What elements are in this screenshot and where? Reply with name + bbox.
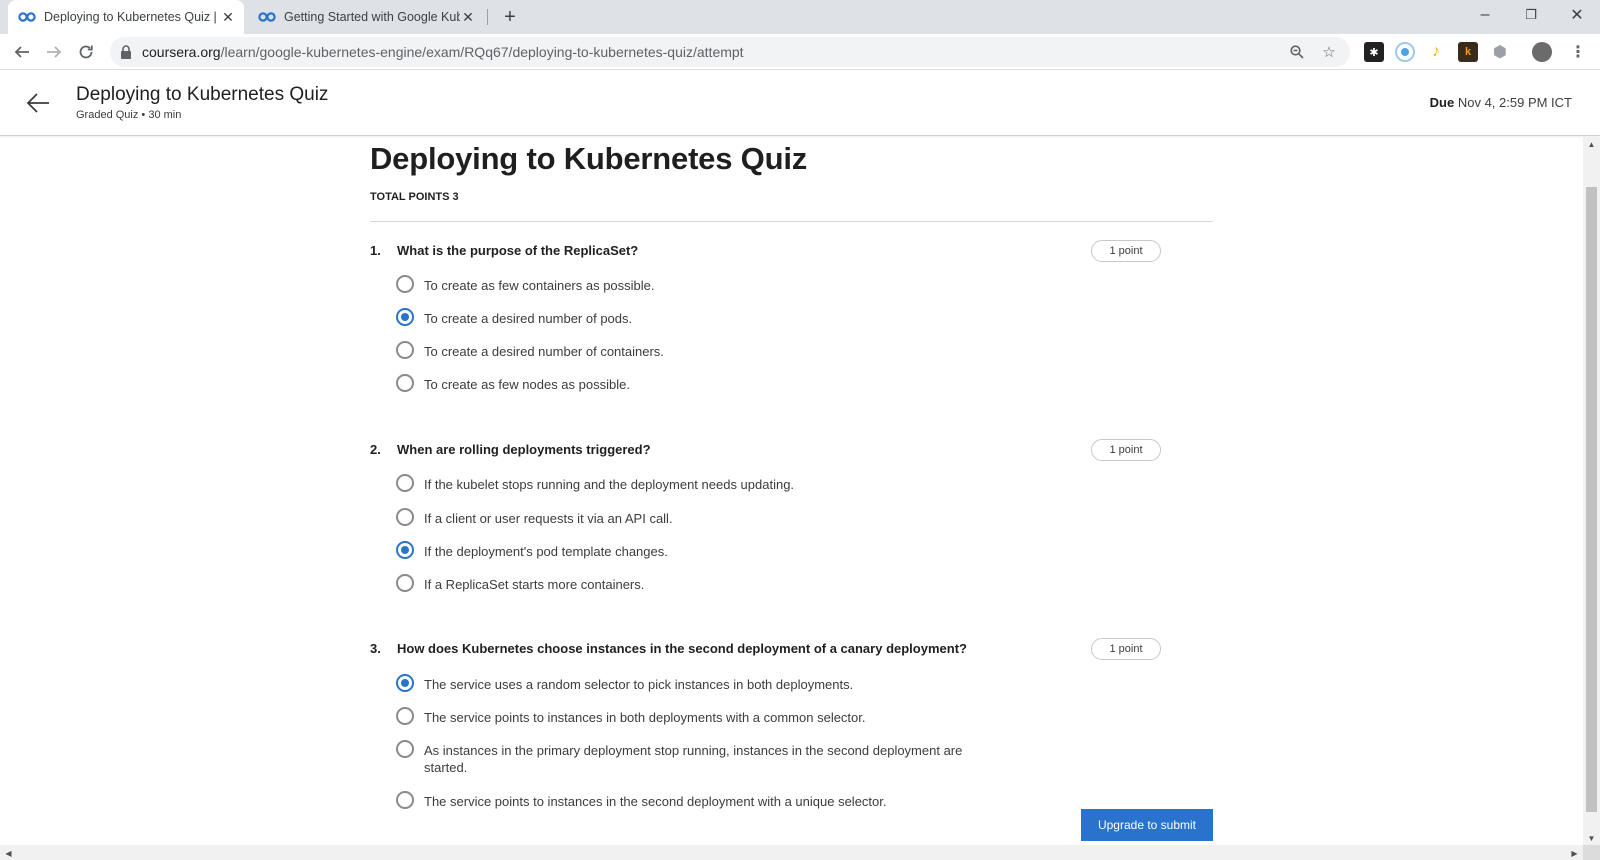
answer-option[interactable]: To create as few containers as possible. (396, 275, 996, 294)
bookmark-star-icon[interactable]: ☆ (1318, 41, 1340, 63)
radio-button[interactable] (396, 474, 414, 492)
vertical-scrollbar[interactable]: ▲ ▼ (1583, 137, 1600, 845)
points-badge: 1 point (1091, 638, 1161, 660)
answer-option[interactable]: If the deployment's pod template changes… (396, 541, 996, 560)
restore-button[interactable]: ❐ (1508, 0, 1554, 30)
question-number: 1. (370, 243, 381, 258)
question-text: How does Kubernetes choose instances in … (397, 641, 967, 656)
quiz-content: Deploying to Kubernetes Quiz TOTAL POINT… (370, 137, 1213, 845)
forward-icon[interactable] (40, 38, 68, 66)
tab-getting-started[interactable]: Getting Started with Google Kub ✕ (248, 0, 484, 34)
radio-button[interactable] (396, 374, 414, 392)
question-text: What is the purpose of the ReplicaSet? (397, 243, 639, 258)
radio-button[interactable] (396, 791, 414, 809)
divider (370, 221, 1213, 222)
answer-option[interactable]: The service uses a random selector to pi… (396, 674, 996, 693)
window-close-button[interactable]: ✕ (1554, 0, 1600, 30)
answer-option[interactable]: If a ReplicaSet starts more containers. (396, 574, 996, 593)
new-tab-button[interactable]: + (498, 5, 522, 29)
answer-option[interactable]: To create a desired number of containers… (396, 341, 996, 360)
answer-option[interactable]: The service points to instances in the s… (396, 791, 996, 810)
quiz-title: Deploying to Kubernetes Quiz (370, 141, 808, 176)
scroll-left-icon[interactable]: ◀ (0, 846, 17, 860)
url-text: coursera.org/learn/google-kubernetes-eng… (142, 44, 744, 60)
answer-option[interactable]: If a client or user requests it via an A… (396, 508, 996, 527)
quiz-header: Deploying to Kubernetes Quiz Graded Quiz… (0, 71, 1600, 136)
header-title: Deploying to Kubernetes Quiz (76, 84, 329, 105)
ext-yellow-key-icon[interactable]: ♪ (1426, 42, 1446, 62)
scrollbar-thumb[interactable] (1586, 187, 1597, 812)
question-text: When are rolling deployments triggered? (397, 442, 651, 457)
reload-icon[interactable] (72, 38, 100, 66)
scrollbar-corner (1583, 845, 1600, 860)
answer-option[interactable]: As instances in the primary deployment s… (396, 740, 996, 776)
tab-close-icon[interactable]: ✕ (460, 9, 476, 25)
address-bar[interactable]: coursera.org/learn/google-kubernetes-eng… (110, 37, 1350, 67)
back-icon[interactable] (8, 38, 36, 66)
answer-option[interactable]: To create as few nodes as possible. (396, 374, 996, 393)
due-date: Due Nov 4, 2:59 PM ICT (1429, 95, 1572, 110)
tab-separator (487, 9, 488, 25)
radio-button-selected[interactable] (396, 308, 414, 326)
ext-gray-hex-icon[interactable]: ⬢ (1490, 42, 1510, 62)
question-number: 2. (370, 442, 381, 457)
ext-dark-icon[interactable]: ✱ (1364, 42, 1384, 62)
total-points: TOTAL POINTS 3 (370, 191, 459, 203)
minimize-button[interactable]: – (1462, 0, 1508, 30)
back-arrow-icon[interactable] (24, 89, 52, 117)
tab-close-icon[interactable]: ✕ (220, 9, 236, 25)
header-subtitle: Graded Quiz • 30 min (76, 109, 182, 121)
tab-quiz[interactable]: Deploying to Kubernetes Quiz | C ✕ (8, 0, 244, 34)
radio-button[interactable] (396, 275, 414, 293)
ext-orange-k-icon[interactable]: k (1458, 42, 1478, 62)
radio-button-selected[interactable] (396, 541, 414, 559)
radio-button[interactable] (396, 574, 414, 592)
upgrade-to-submit-button[interactable]: Upgrade to submit (1081, 809, 1213, 841)
profile-avatar[interactable] (1532, 42, 1552, 62)
tab-title: Getting Started with Google Kub (284, 10, 460, 24)
coursera-logo-icon (18, 12, 36, 22)
horizontal-scrollbar[interactable]: ◀ ▶ (0, 845, 1583, 860)
zoom-icon[interactable] (1286, 41, 1308, 63)
question-number: 3. (370, 641, 381, 656)
answer-option[interactable]: The service points to instances in both … (396, 707, 996, 726)
radio-button-selected[interactable] (396, 674, 414, 692)
lock-icon (121, 45, 131, 59)
radio-button[interactable] (396, 341, 414, 359)
points-badge: 1 point (1091, 240, 1161, 262)
coursera-logo-icon (258, 12, 276, 22)
radio-button[interactable] (396, 707, 414, 725)
scroll-right-icon[interactable]: ▶ (1566, 846, 1583, 860)
scroll-up-icon[interactable]: ▲ (1583, 137, 1600, 151)
answer-option[interactable]: To create a desired number of pods. (396, 308, 996, 327)
answer-option[interactable]: If the kubelet stops running and the dep… (396, 474, 996, 493)
tab-strip: Deploying to Kubernetes Quiz | C ✕ Getti… (0, 0, 1600, 34)
radio-button[interactable] (396, 740, 414, 758)
radio-button[interactable] (396, 508, 414, 526)
ext-blue-circle-icon[interactable] (1395, 42, 1415, 62)
chrome-menu-icon[interactable]: ⋮ (1568, 42, 1588, 62)
tab-title: Deploying to Kubernetes Quiz | C (44, 10, 220, 24)
points-badge: 1 point (1091, 439, 1161, 461)
scroll-down-icon[interactable]: ▼ (1583, 831, 1600, 845)
browser-toolbar: coursera.org/learn/google-kubernetes-eng… (0, 34, 1600, 70)
